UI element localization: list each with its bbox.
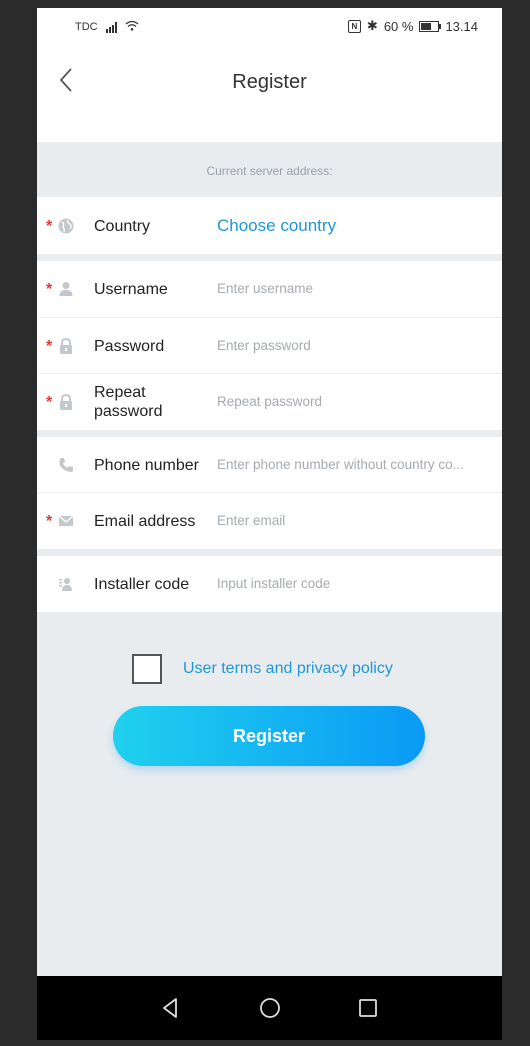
- phone-icon: [59, 458, 73, 472]
- phone-screen: TDC N ✱ 60 % 13.14 Register Current serv…: [37, 8, 502, 1040]
- bluetooth-icon: ✱: [366, 18, 378, 33]
- required-mark: *: [46, 218, 53, 235]
- lock-icon: [60, 394, 72, 410]
- email-label: Email address: [94, 513, 196, 530]
- username-row: * Username: [37, 261, 502, 318]
- repeat-password-label-line2: password: [94, 403, 163, 420]
- person-icon: [59, 282, 73, 296]
- required-mark: *: [46, 513, 53, 530]
- phone-row: Phone number: [37, 437, 502, 493]
- status-bar: TDC N ✱ 60 % 13.14: [37, 8, 502, 41]
- phone-input[interactable]: [217, 457, 496, 472]
- nav-home-icon[interactable]: [256, 994, 284, 1022]
- password-input[interactable]: [217, 338, 496, 353]
- username-label: Username: [94, 281, 168, 298]
- header: Register: [37, 41, 502, 142]
- country-row[interactable]: * Country Choose country: [37, 197, 502, 254]
- battery-percent: 60 %: [383, 18, 414, 34]
- required-mark: *: [46, 281, 53, 298]
- email-row: * Email address: [37, 493, 502, 549]
- id-card-icon: [59, 578, 72, 591]
- nav-recents-icon[interactable]: [354, 994, 382, 1022]
- signal-icon: [105, 21, 117, 33]
- password-label: Password: [94, 338, 165, 355]
- required-mark: *: [46, 394, 53, 411]
- choose-country-link[interactable]: Choose country: [217, 216, 336, 236]
- clock: 13.14: [445, 18, 478, 34]
- repeat-password-input[interactable]: [217, 394, 496, 409]
- installer-code-label: Installer code: [94, 576, 190, 593]
- server-address-label: Current server address:: [37, 142, 502, 197]
- password-row: * Password: [37, 318, 502, 374]
- status-right: N ✱ 60 % 13.14: [347, 18, 478, 34]
- terms-privacy-link[interactable]: User terms and privacy policy: [183, 660, 393, 678]
- page-title: Register: [232, 71, 307, 93]
- battery-icon: [419, 20, 442, 32]
- repeat-password-row: * Repeat password: [37, 374, 502, 430]
- email-input[interactable]: [217, 513, 496, 528]
- mail-icon: [58, 515, 74, 526]
- username-input[interactable]: [217, 281, 496, 296]
- register-button[interactable]: Register: [113, 706, 425, 766]
- nfc-icon: N: [347, 19, 361, 33]
- required-mark: *: [46, 338, 53, 355]
- phone-label: Phone number: [94, 457, 199, 474]
- installer-code-row: Installer code: [37, 556, 502, 612]
- status-left: TDC: [75, 20, 139, 34]
- repeat-password-label-line1: Repeat: [94, 384, 146, 401]
- lock-icon: [60, 338, 72, 354]
- carrier-label: TDC: [75, 21, 98, 33]
- terms-checkbox[interactable]: [132, 654, 162, 684]
- system-nav-bar: [37, 976, 502, 1040]
- globe-icon: [58, 218, 74, 234]
- nav-back-icon[interactable]: [157, 994, 185, 1022]
- repeat-password-label: Repeat password: [94, 383, 162, 421]
- country-label: Country: [94, 218, 151, 235]
- wifi-icon: [125, 20, 139, 34]
- installer-code-input[interactable]: [217, 576, 496, 591]
